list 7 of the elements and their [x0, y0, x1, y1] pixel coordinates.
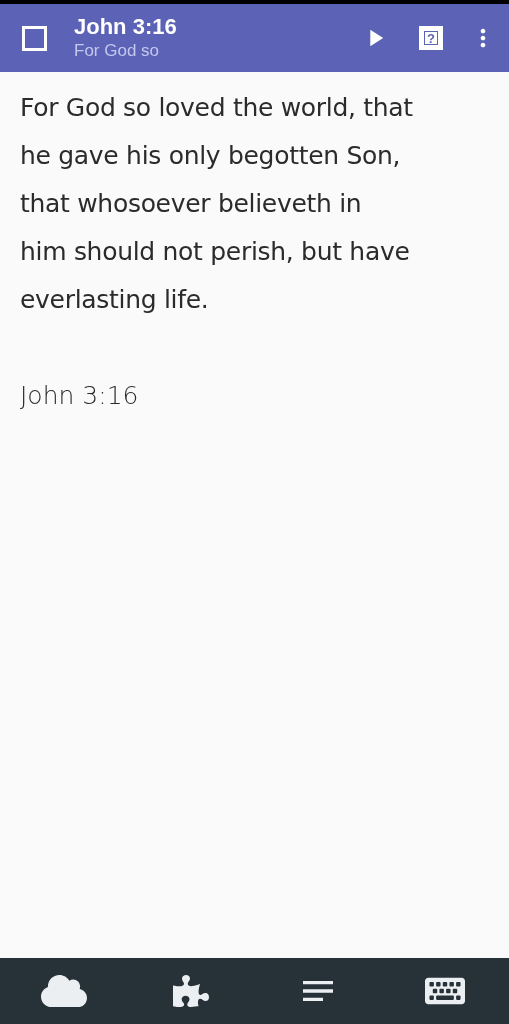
puzzle-piece-icon[interactable]: [172, 973, 209, 1009]
toolbar-subtitle: For God so: [74, 40, 161, 62]
stop-icon[interactable]: [22, 25, 47, 51]
verse-reference: John 3:16: [20, 380, 140, 412]
verse-text: For God so loved the world, that he gave his only begotten Son, that whosoever believeth in him should not perish, but have everlasting life.: [20, 92, 414, 316]
help-button[interactable]: ?: [419, 26, 443, 50]
toolbar-title: John 3:16: [74, 14, 178, 40]
